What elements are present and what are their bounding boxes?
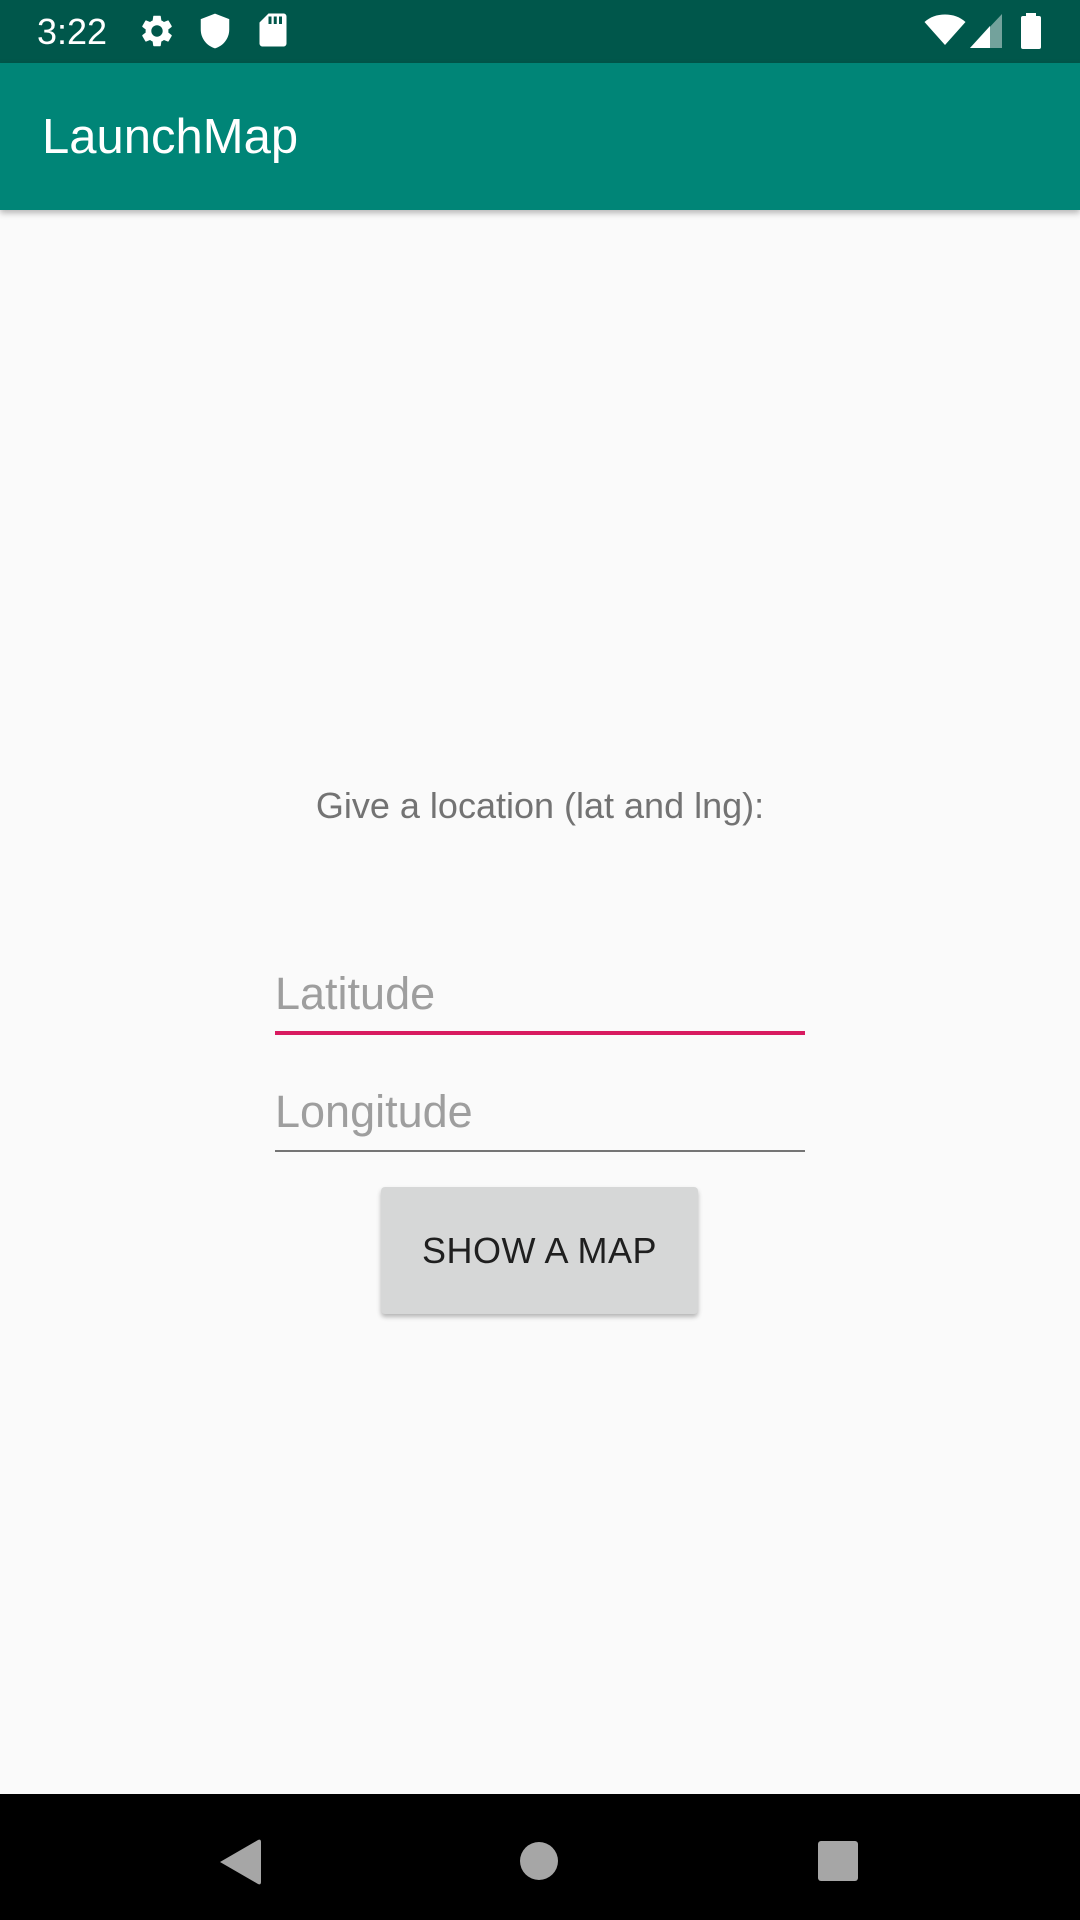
battery-icon	[1020, 13, 1042, 53]
sd-card-icon	[258, 12, 288, 52]
navigation-bar	[0, 1794, 1080, 1920]
app-bar: LaunchMap	[0, 63, 1080, 210]
status-time: 3:22	[37, 11, 108, 52]
longitude-field	[275, 1073, 805, 1153]
shield-icon	[198, 12, 232, 52]
back-icon[interactable]	[208, 1831, 268, 1891]
latitude-input[interactable]	[275, 955, 805, 1033]
location-prompt: Give a location (lat and lng):	[315, 785, 765, 826]
show-map-button[interactable]: SHOW A MAP	[381, 1187, 698, 1314]
longitude-underline	[275, 1150, 805, 1152]
cell-signal-icon	[970, 14, 1002, 54]
latitude-field	[275, 955, 805, 1035]
gear-icon	[138, 12, 176, 52]
wifi-icon	[924, 14, 966, 54]
app-title: LaunchMap	[42, 110, 299, 164]
screen: 3:22 LaunchMap Give a location (lat and …	[0, 0, 1080, 1920]
recents-icon[interactable]	[808, 1831, 868, 1891]
home-icon[interactable]	[509, 1831, 569, 1891]
longitude-input[interactable]	[275, 1073, 805, 1151]
status-bar: 3:22	[0, 0, 1080, 63]
latitude-underline	[275, 1031, 805, 1035]
